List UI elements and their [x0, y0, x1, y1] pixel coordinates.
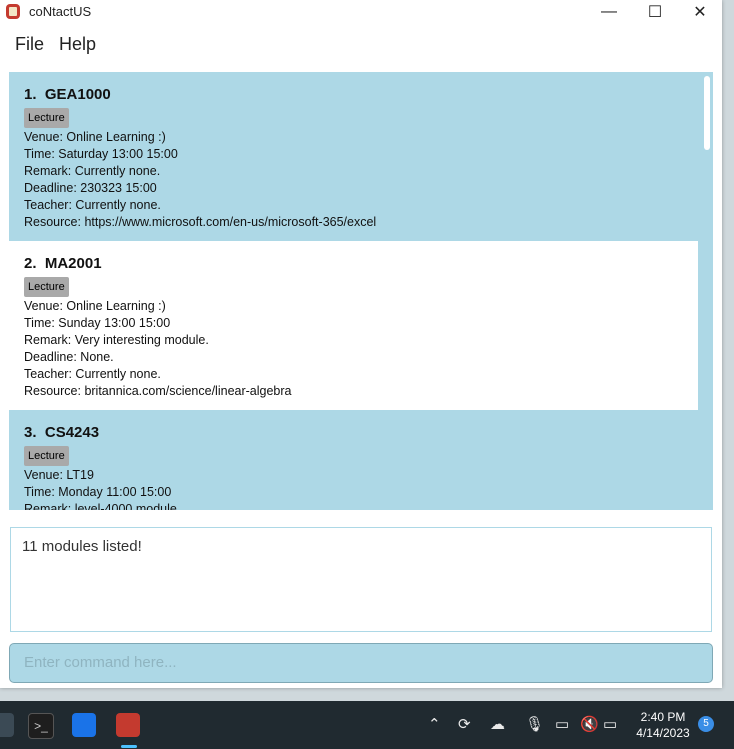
module-card[interactable]: 2. MA2001 Lecture Venue: Online Learning… — [9, 241, 698, 410]
module-title: 2. MA2001 — [24, 255, 102, 272]
command-box — [9, 643, 713, 683]
sync-icon[interactable]: ⟳ — [458, 715, 471, 733]
result-display: 11 modules listed! — [10, 527, 712, 632]
module-resource: Resource: britannica.com/science/linear-… — [24, 384, 292, 398]
minimize-button[interactable]: — — [586, 0, 632, 24]
clock-date: 4/14/2023 — [636, 726, 690, 740]
taskbar-app-icon[interactable] — [0, 713, 14, 737]
app-window: coNtactUS — ☐ ✕ File Help 1. GEA1000 Lec… — [0, 0, 722, 688]
menu-help[interactable]: Help — [59, 34, 96, 55]
terminal-icon[interactable]: >_ — [28, 713, 54, 739]
title-bar[interactable]: coNtactUS — ☐ ✕ — [0, 0, 722, 24]
module-teacher: Teacher: Currently none. — [24, 367, 161, 381]
result-text: 11 modules listed! — [22, 538, 142, 555]
module-title: 3. CS4243 — [24, 424, 100, 441]
notification-badge[interactable]: 5 — [698, 716, 714, 732]
module-card[interactable]: 3. CS4243 Lecture Venue: LT19 Time: Mond… — [9, 410, 698, 510]
module-deadline: Deadline: 230323 15:00 — [24, 181, 157, 195]
active-app-indicator — [121, 745, 137, 748]
window-title: coNtactUS — [29, 4, 92, 19]
module-time: Time: Sunday 13:00 15:00 — [24, 316, 171, 330]
app-logo-icon — [6, 4, 20, 19]
contactus-app-icon[interactable] — [116, 713, 140, 737]
chevron-up-icon[interactable]: ⌃ — [428, 715, 441, 733]
module-venue: Venue: Online Learning :) — [24, 130, 166, 144]
close-button[interactable]: ✕ — [677, 0, 722, 24]
remote-desktop-icon[interactable] — [72, 713, 96, 737]
module-venue: Venue: LT19 — [24, 468, 94, 482]
taskbar: >_ ⌃ ⟳ ☁ 🎙 ▭ 🔇 ▭ 2:40 PM 4/14/2023 5 — [0, 701, 734, 749]
module-remark: Remark: Very interesting module. — [24, 333, 209, 347]
display-icon[interactable]: ▭ — [555, 715, 569, 733]
cloud-icon[interactable]: ☁ — [490, 715, 505, 733]
battery-icon[interactable]: ▭ — [603, 715, 617, 733]
clock-time: 2:40 PM — [640, 710, 686, 724]
module-remark: Remark: Currently none. — [24, 164, 161, 178]
module-card[interactable]: 1. GEA1000 Lecture Venue: Online Learnin… — [9, 72, 698, 241]
module-time: Time: Saturday 13:00 15:00 — [24, 147, 178, 161]
menu-bar: File Help — [0, 28, 722, 64]
module-tag: Lecture — [24, 446, 69, 466]
system-clock[interactable]: 2:40 PM 4/14/2023 — [632, 709, 694, 741]
command-input[interactable] — [22, 653, 686, 672]
module-title: 1. GEA1000 — [24, 86, 111, 103]
module-list[interactable]: 1. GEA1000 Lecture Venue: Online Learnin… — [9, 72, 713, 510]
module-tag: Lecture — [24, 108, 69, 128]
menu-file[interactable]: File — [15, 34, 44, 55]
module-resource: Resource: https://www.microsoft.com/en-u… — [24, 215, 377, 229]
module-deadline: Deadline: None. — [24, 350, 114, 364]
module-time: Time: Monday 11:00 15:00 — [24, 485, 172, 499]
microphone-icon[interactable]: 🎙 — [525, 715, 544, 733]
module-teacher: Teacher: Currently none. — [24, 198, 161, 212]
module-venue: Venue: Online Learning :) — [24, 299, 166, 313]
module-remark: Remark: level-4000 module. — [24, 502, 181, 510]
module-tag: Lecture — [24, 277, 69, 297]
speaker-muted-icon[interactable]: 🔇 — [580, 715, 599, 733]
maximize-button[interactable]: ☐ — [632, 0, 678, 24]
list-scrollbar-thumb[interactable] — [704, 76, 710, 150]
